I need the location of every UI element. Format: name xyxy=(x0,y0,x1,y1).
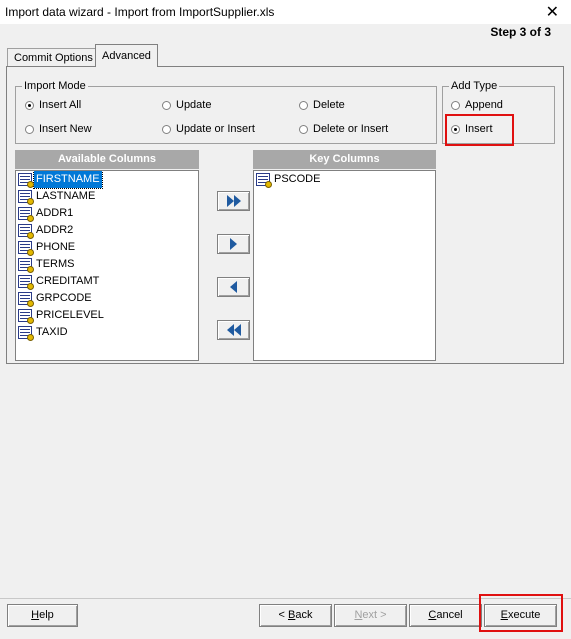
radio-label: Update or Insert xyxy=(176,123,255,135)
radio-label: Delete xyxy=(313,99,345,111)
list-item[interactable]: TERMS xyxy=(16,256,198,273)
next-button[interactable]: Next > xyxy=(334,604,407,627)
radio-append[interactable]: Append xyxy=(451,99,503,111)
list-item-label: PSCODE xyxy=(274,173,321,185)
step-indicator: Step 3 of 3 xyxy=(490,25,551,39)
column-field-icon xyxy=(18,292,34,307)
list-item-label: LASTNAME xyxy=(36,190,96,202)
column-field-icon xyxy=(18,309,34,324)
list-item[interactable]: PSCODE xyxy=(254,171,435,188)
column-field-icon xyxy=(18,258,34,273)
radio-update[interactable]: Update xyxy=(162,99,211,111)
title-bar: Import data wizard - Import from ImportS… xyxy=(0,0,571,24)
column-field-icon xyxy=(18,190,34,205)
list-item[interactable]: ADDR1 xyxy=(16,205,198,222)
list-item-label: ADDR1 xyxy=(36,207,74,219)
radio-dot-icon xyxy=(451,124,460,134)
list-item[interactable]: TAXID xyxy=(16,324,198,341)
remove-button[interactable] xyxy=(217,277,250,297)
double-right-arrow-icon xyxy=(226,195,241,207)
list-item[interactable]: ADDR2 xyxy=(16,222,198,239)
list-item-label: TAXID xyxy=(36,326,68,338)
radio-dot-icon xyxy=(162,100,171,110)
list-item[interactable]: PHONE xyxy=(16,239,198,256)
radio-update-or-insert[interactable]: Update or Insert xyxy=(162,123,255,135)
advanced-panel: Import Mode Insert All Update Delete Ins… xyxy=(6,66,564,364)
radio-dot-icon xyxy=(451,100,460,110)
column-field-icon xyxy=(18,173,34,188)
radio-delete[interactable]: Delete xyxy=(299,99,345,111)
tab-advanced[interactable]: Advanced xyxy=(95,44,158,67)
left-arrow-icon xyxy=(230,281,237,293)
list-item-label: FIRSTNAME xyxy=(33,171,103,189)
radio-dot-icon xyxy=(25,100,34,110)
window-title: Import data wizard - Import from ImportS… xyxy=(5,5,275,19)
back-button[interactable]: < Back xyxy=(259,604,332,627)
column-field-icon xyxy=(18,326,34,341)
list-item[interactable]: FIRSTNAME xyxy=(16,171,198,189)
column-field-icon xyxy=(18,207,34,222)
add-all-button[interactable] xyxy=(217,191,250,211)
import-mode-legend: Import Mode xyxy=(24,80,86,92)
list-item[interactable]: CREDITAMT xyxy=(16,273,198,290)
radio-dot-icon xyxy=(299,124,308,134)
radio-label: Delete or Insert xyxy=(313,123,389,135)
radio-label: Append xyxy=(465,99,503,111)
column-field-icon xyxy=(18,275,34,290)
tab-commit-options[interactable]: Commit Options xyxy=(7,48,100,67)
radio-label: Insert All xyxy=(39,99,82,111)
list-item-label: PHONE xyxy=(36,241,76,253)
radio-insert[interactable]: Insert xyxy=(451,123,493,135)
list-item-label: CREDITAMT xyxy=(36,275,100,287)
radio-dot-icon xyxy=(25,124,34,134)
column-field-icon xyxy=(18,241,34,256)
list-item-label: TERMS xyxy=(36,258,75,270)
right-arrow-icon xyxy=(230,238,237,250)
radio-dot-icon xyxy=(299,100,308,110)
key-columns-list[interactable]: PSCODE xyxy=(253,170,436,361)
execute-button[interactable]: Execute xyxy=(484,604,557,627)
radio-label: Update xyxy=(176,99,212,111)
list-item-label: PRICELEVEL xyxy=(36,309,104,321)
available-columns-header: Available Columns xyxy=(15,150,199,169)
footer-separator xyxy=(0,598,571,599)
close-icon[interactable]: ✕ xyxy=(546,2,559,22)
radio-delete-or-insert[interactable]: Delete or Insert xyxy=(299,123,388,135)
list-item[interactable]: PRICELEVEL xyxy=(16,307,198,324)
help-button[interactable]: Help xyxy=(7,604,78,627)
cancel-button[interactable]: Cancel xyxy=(409,604,482,627)
add-button[interactable] xyxy=(217,234,250,254)
column-field-icon xyxy=(18,224,34,239)
available-columns-list[interactable]: FIRSTNAME LASTNAME ADDR1 ADDR2 PHONE TERMS CRE… xyxy=(15,170,199,361)
radio-label: Insert New xyxy=(39,123,92,135)
radio-insert-all[interactable]: Insert All xyxy=(25,99,81,111)
list-item-label: ADDR2 xyxy=(36,224,74,236)
radio-label: Insert xyxy=(465,123,493,135)
radio-dot-icon xyxy=(162,124,171,134)
remove-all-button[interactable] xyxy=(217,320,250,340)
key-columns-header: Key Columns xyxy=(253,150,436,169)
double-left-arrow-icon xyxy=(226,324,241,336)
radio-insert-new[interactable]: Insert New xyxy=(25,123,92,135)
list-item[interactable]: LASTNAME xyxy=(16,188,198,205)
list-item[interactable]: GRPCODE xyxy=(16,290,198,307)
list-item-label: GRPCODE xyxy=(36,292,92,304)
column-field-icon xyxy=(256,173,272,188)
add-type-legend: Add Type xyxy=(451,80,498,92)
